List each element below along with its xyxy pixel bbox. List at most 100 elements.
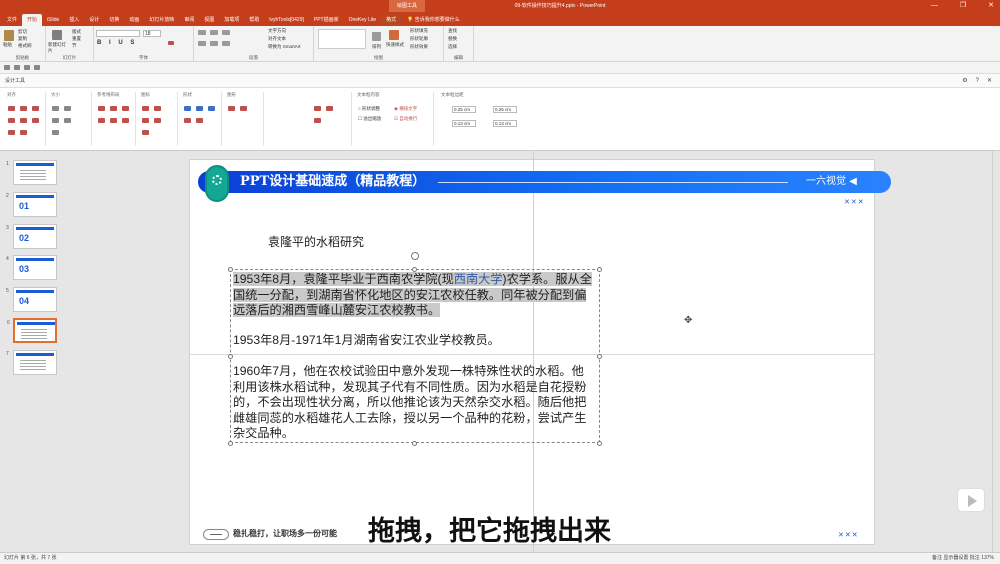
- video-play-button[interactable]: [957, 488, 985, 512]
- shape-outline-button[interactable]: 形状轮廓: [410, 36, 428, 42]
- rotate-handle-icon[interactable]: [411, 252, 419, 260]
- tab-lvyhtools[interactable]: lvyhTools[0429]: [264, 14, 308, 26]
- shape-tool-icon[interactable]: [196, 106, 203, 111]
- shape-fill-button[interactable]: 形状填充: [410, 28, 428, 34]
- extra-tool-icon[interactable]: [314, 106, 321, 111]
- slide-heading[interactable]: 袁隆平的水稻研究: [268, 233, 364, 250]
- paragraph-1-link[interactable]: 西南大学: [453, 272, 503, 286]
- resize-handle[interactable]: [412, 441, 417, 446]
- guide-tool-icon[interactable]: [122, 118, 129, 123]
- resize-handle[interactable]: [597, 441, 602, 446]
- align-tool-icon[interactable]: [20, 130, 27, 135]
- align-tool-icon[interactable]: [32, 106, 39, 111]
- resize-handle[interactable]: [597, 354, 602, 359]
- shrink-option[interactable]: ○ 形状调整: [358, 106, 380, 112]
- align-right-icon[interactable]: [222, 41, 230, 46]
- bullets-icon[interactable]: [198, 30, 206, 35]
- margin-bottom-input[interactable]: 0.13 cm: [493, 120, 517, 127]
- paste-icon[interactable]: [4, 30, 14, 41]
- slide-thumbnail[interactable]: 7: [6, 350, 57, 375]
- slide-thumbnail[interactable]: 4 03: [6, 255, 57, 280]
- shape-tool-icon[interactable]: [184, 118, 191, 123]
- convert-smartart-button[interactable]: 转换为 SmartArt: [268, 44, 301, 50]
- size-tool-icon[interactable]: [52, 130, 59, 135]
- shapes-gallery[interactable]: [318, 29, 366, 49]
- autowrap-option[interactable]: ☑ 自动换行: [394, 116, 417, 122]
- slide-thumbnail[interactable]: 5 04: [6, 287, 57, 312]
- icon-tool-icon[interactable]: [142, 106, 149, 111]
- align-tool-icon[interactable]: [20, 106, 27, 111]
- status-controls[interactable]: 备注 显示器设置 批注 137%: [932, 553, 994, 564]
- cut-button[interactable]: 剪切: [18, 29, 27, 35]
- icon-tool-icon[interactable]: [154, 106, 161, 111]
- help-icon[interactable]: ?: [976, 74, 979, 88]
- guide-tool-icon[interactable]: [122, 106, 129, 111]
- guide-tool-icon[interactable]: [110, 106, 117, 111]
- resize-handle[interactable]: [597, 267, 602, 272]
- slide-thumbnail-active[interactable]: 6: [7, 318, 57, 343]
- section-button[interactable]: 节: [72, 43, 77, 49]
- tell-me-search[interactable]: 💡 告诉我你想要做什么: [407, 14, 460, 26]
- extra-tool-icon[interactable]: [314, 118, 321, 123]
- redo-icon[interactable]: [24, 65, 30, 70]
- slide-thumbnail[interactable]: 1: [6, 160, 57, 185]
- replace-button[interactable]: 替换: [448, 36, 457, 42]
- font-color-icon[interactable]: [168, 41, 174, 45]
- icon-tool-icon[interactable]: [142, 118, 149, 123]
- resize-handle[interactable]: [228, 441, 233, 446]
- select-button[interactable]: 选择: [448, 44, 457, 50]
- quick-styles-icon[interactable]: [389, 30, 399, 40]
- horizontal-text-option[interactable]: ◉ 横排文字: [394, 106, 417, 112]
- title-banner[interactable]: PPT设计基础速成（精品教程） 一六视觉 ◀: [198, 165, 891, 202]
- tab-view[interactable]: 视图: [199, 14, 219, 26]
- shape-tool-icon[interactable]: [208, 106, 215, 111]
- margin-top-input[interactable]: 0.13 cm: [452, 120, 476, 127]
- tab-animations[interactable]: 动画: [124, 14, 144, 26]
- format-painter-button[interactable]: 格式刷: [18, 43, 32, 49]
- align-tool-icon[interactable]: [8, 130, 15, 135]
- new-slide-icon[interactable]: [52, 30, 62, 40]
- undo-icon[interactable]: [14, 65, 20, 70]
- align-left-icon[interactable]: [198, 41, 206, 46]
- arrange-icon[interactable]: [372, 32, 381, 41]
- margin-left-input[interactable]: 0.25 cm: [452, 106, 476, 113]
- overflow-option[interactable]: ☐ 溢出缩放: [358, 116, 381, 122]
- tab-review[interactable]: 审阅: [179, 14, 199, 26]
- size-tool-icon[interactable]: [64, 106, 71, 111]
- tab-slideshow[interactable]: 幻灯片放映: [144, 14, 179, 26]
- font-name-select[interactable]: [96, 30, 140, 37]
- graphic-tool-icon[interactable]: [228, 106, 235, 111]
- extra-tool-icon[interactable]: [326, 106, 333, 111]
- graphic-tool-icon[interactable]: [240, 106, 247, 111]
- align-text-button[interactable]: 对齐文本: [268, 36, 286, 42]
- copy-button[interactable]: 复制: [18, 36, 27, 42]
- size-tool-icon[interactable]: [64, 118, 71, 123]
- layout-button[interactable]: 版式: [72, 29, 81, 35]
- guide-tool-icon[interactable]: [98, 118, 105, 123]
- tab-transitions[interactable]: 切换: [104, 14, 124, 26]
- margin-right-input[interactable]: 0.25 cm: [493, 106, 517, 113]
- start-slideshow-icon[interactable]: [34, 65, 40, 70]
- tab-home[interactable]: 开始: [22, 14, 43, 26]
- resize-handle[interactable]: [228, 354, 233, 359]
- vertical-scrollbar[interactable]: [992, 151, 1000, 552]
- tab-design[interactable]: 设计: [84, 14, 104, 26]
- size-tool-icon[interactable]: [52, 106, 59, 111]
- paragraph-2[interactable]: 1953年8月-1971年1月湖南省安江农业学校教员。: [233, 333, 593, 349]
- slide-thumbnail[interactable]: 2 01: [6, 192, 57, 217]
- paragraph-3[interactable]: 1960年7月，他在农校试验田中意外发现一株特殊性状的水稻。他利用该株水稻试种，…: [233, 364, 593, 442]
- icon-tool-icon[interactable]: [154, 118, 161, 123]
- shape-tool-icon[interactable]: [196, 118, 203, 123]
- save-icon[interactable]: [4, 65, 10, 70]
- align-tool-icon[interactable]: [32, 118, 39, 123]
- tab-insert[interactable]: 插入: [64, 14, 84, 26]
- align-tool-icon[interactable]: [20, 118, 27, 123]
- tab-islide[interactable]: iSlide: [42, 14, 64, 26]
- tab-format[interactable]: 格式: [381, 14, 402, 26]
- tab-onekey-lite[interactable]: OneKey Lite: [344, 14, 382, 26]
- icon-tool-icon[interactable]: [142, 130, 149, 135]
- guide-tool-icon[interactable]: [110, 118, 117, 123]
- close-pane-icon[interactable]: ✕: [987, 74, 992, 88]
- minimize-icon[interactable]: —: [931, 0, 938, 12]
- font-size-select[interactable]: 18: [143, 30, 161, 37]
